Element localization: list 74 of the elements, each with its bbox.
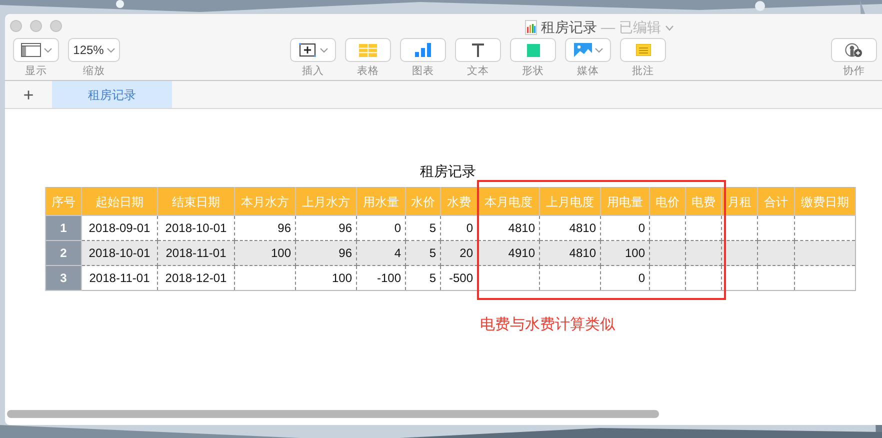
window-control-button[interactable] — [50, 20, 62, 32]
chart-button[interactable] — [400, 38, 446, 62]
comment-button[interactable] — [620, 38, 666, 62]
toolbar-label: 表格 — [357, 65, 379, 77]
caret-icon[interactable] — [664, 24, 674, 30]
table-cell: 4910 — [478, 240, 540, 266]
column-header: 电价 — [650, 188, 686, 216]
row-header: 3 — [46, 266, 82, 290]
toolbar-label: 批注 — [632, 65, 654, 77]
toolbar-label: 插入 — [302, 65, 324, 77]
table-cell: 100 — [600, 240, 650, 266]
column-header: 本月电度 — [478, 188, 540, 216]
table-icon — [359, 44, 377, 56]
column-header: 缴费日期 — [794, 188, 856, 216]
caret-icon — [320, 48, 328, 52]
window-control-button[interactable] — [30, 20, 42, 32]
column-header: 上月水方 — [296, 188, 356, 216]
image-icon — [574, 43, 592, 57]
insert-button[interactable] — [290, 38, 336, 62]
column-header: 电费 — [686, 188, 722, 216]
row-header: 2 — [46, 240, 82, 266]
bar-chart-icon — [414, 43, 432, 57]
zoom-button[interactable]: 125% — [68, 38, 120, 62]
table-cell: 20 — [440, 240, 478, 266]
table-cell: 96 — [296, 240, 356, 266]
table-cell: 2018-10-01 — [82, 240, 158, 266]
table-cell: 100 — [234, 240, 296, 266]
column-header: 月租 — [722, 188, 758, 216]
column-header: 水费 — [440, 188, 478, 216]
collaborate-button[interactable] — [831, 38, 877, 62]
text-icon — [471, 43, 485, 57]
caret-icon — [594, 48, 602, 52]
add-sheet-button[interactable]: + — [5, 81, 52, 108]
table-cell: 4 — [356, 240, 406, 266]
annotation-text: 电费与水费计算类似 — [480, 315, 615, 335]
shape-button[interactable] — [510, 38, 556, 62]
column-header: 序号 — [46, 188, 82, 216]
table-cell: 5 — [406, 240, 440, 266]
caret-icon — [106, 48, 115, 52]
toolbar-label: 媒体 — [577, 65, 599, 77]
view-button[interactable] — [13, 38, 59, 62]
table-title: 租房记录 — [420, 162, 476, 181]
insert-icon — [298, 43, 316, 57]
toolbar-label: 图表 — [412, 65, 434, 77]
column-header: 本月水方 — [234, 188, 296, 216]
edited-status: — 已编辑 — [601, 18, 661, 37]
scroll-thumb[interactable] — [7, 410, 659, 418]
window-control-button[interactable] — [10, 20, 22, 32]
document-icon — [525, 20, 537, 35]
text-button[interactable] — [455, 38, 501, 62]
column-header: 上月电度 — [540, 188, 600, 216]
column-header: 合计 — [758, 188, 794, 216]
zoom-value: 125% — [73, 42, 104, 59]
toolbar-label: 文本 — [467, 65, 489, 77]
toolbar-label: 缩放 — [83, 65, 105, 77]
note-icon — [636, 44, 650, 56]
column-header: 起始日期 — [82, 188, 158, 216]
add-person-icon — [845, 42, 863, 58]
media-button[interactable] — [565, 38, 611, 62]
view-icon — [20, 43, 40, 57]
caret-icon — [44, 48, 52, 52]
column-header: 用电量 — [600, 188, 650, 216]
column-header: 结束日期 — [158, 188, 234, 216]
table-cell: 2018-11-01 — [158, 240, 234, 266]
table-cell: 4810 — [540, 240, 600, 266]
window-title: 租房记录 — [541, 18, 597, 37]
row-header: 1 — [46, 216, 82, 240]
square-icon — [526, 44, 540, 56]
table-button[interactable] — [345, 38, 391, 62]
toolbar-label: 协作 — [843, 65, 865, 77]
toolbar-label: 形状 — [522, 65, 544, 77]
column-header: 用水量 — [356, 188, 406, 216]
toolbar-label: 显示 — [25, 65, 47, 77]
column-header: 水价 — [406, 188, 440, 216]
